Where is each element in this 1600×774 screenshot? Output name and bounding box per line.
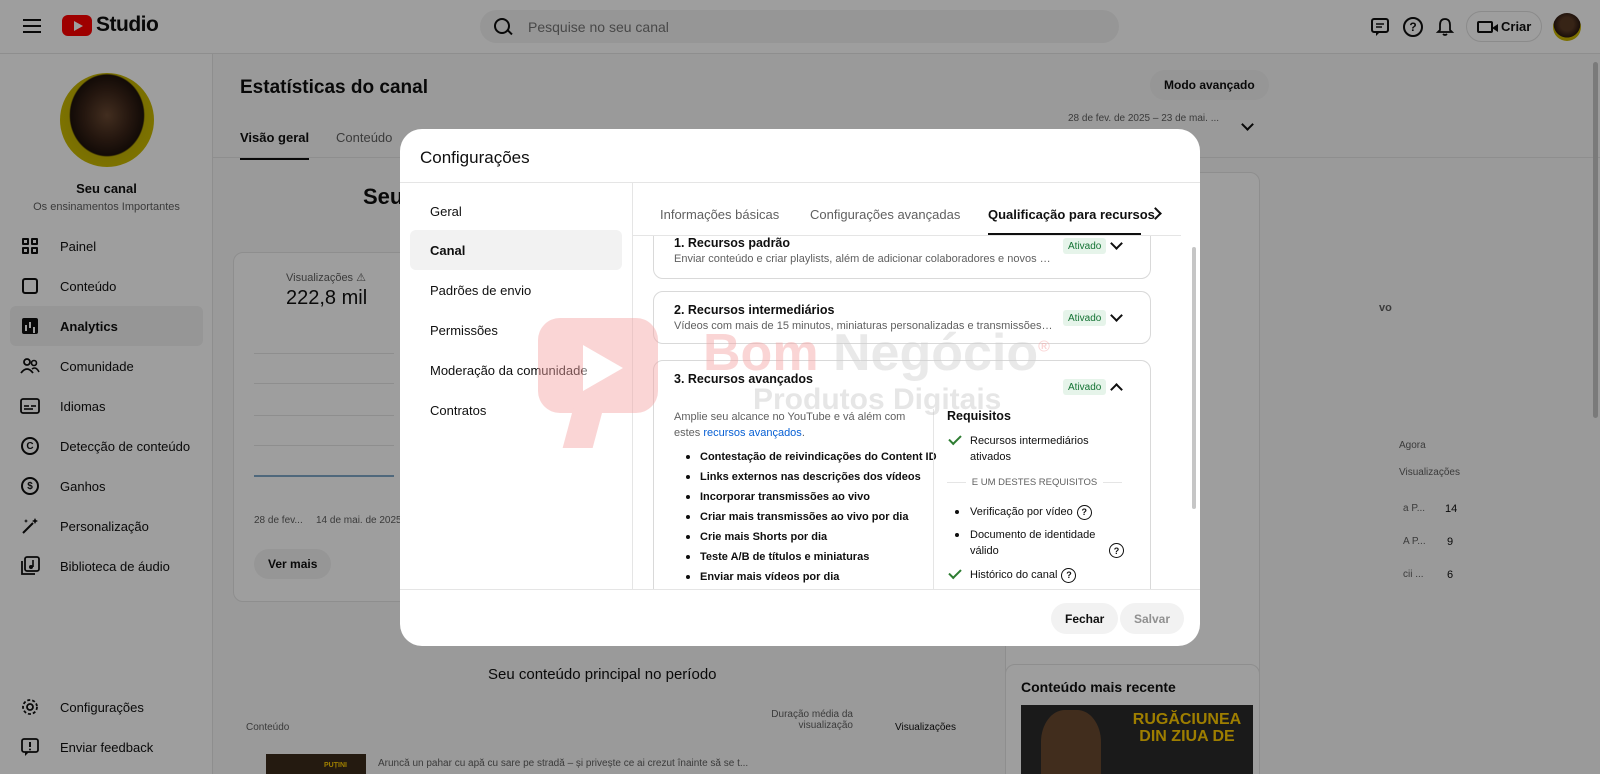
list-item: Crie mais Shorts por dia (684, 530, 937, 550)
divider (400, 589, 1200, 590)
resource-card-intermediate[interactable]: 2. Recursos intermediários Vídeos com ma… (653, 291, 1151, 344)
resource-title: 3. Recursos avançados (674, 372, 813, 386)
requirements-title: Requisitos (947, 409, 1011, 423)
list-item: Incorporar transmissões ao vivo (684, 490, 937, 510)
list-item: Criar mais transmissões ao vivo por dia (684, 510, 937, 530)
help-icon[interactable]: ? (1109, 543, 1124, 558)
help-icon[interactable]: ? (1061, 567, 1077, 583)
help-icon[interactable]: ? (1076, 504, 1092, 520)
divider (400, 182, 1200, 183)
settings-nav-canal[interactable]: Canal (410, 230, 622, 270)
settings-nav-moderacao[interactable]: Moderação da comunidade (410, 350, 622, 390)
settings-nav-permissoes[interactable]: Permissões (410, 310, 622, 350)
settings-nav-padroes-envio[interactable]: Padrões de envio (410, 270, 622, 310)
requirement-option: Verificação por vídeo? (947, 504, 1117, 520)
list-item: Teste A/B de títulos e miniaturas (684, 550, 937, 570)
list-item: Links externos nas descrições dos vídeos (684, 470, 937, 490)
list-item: Enviar mais vídeos por dia (684, 570, 937, 589)
check-icon (948, 565, 962, 580)
requirement-met: Recursos intermediários ativados (947, 431, 1117, 465)
tab-informacoes-basicas[interactable]: Informações básicas (660, 207, 779, 222)
list-item: Contestação de reivindicações do Content… (684, 450, 937, 470)
status-badge: Ativado (1063, 238, 1107, 254)
close-button[interactable]: Fechar (1051, 603, 1119, 634)
advanced-features-list: Contestação de reivindicações do Content… (684, 450, 937, 589)
resource-description: Enviar conteúdo e criar playlists, além … (674, 253, 1054, 265)
tab-content: 1. Recursos padrão Enviar conteúdo e cri… (633, 236, 1179, 589)
settings-nav-geral[interactable]: Geral (410, 191, 622, 231)
requirements-separator: E UM DESTES REQUISITOS (947, 477, 1122, 488)
check-icon (948, 431, 962, 446)
divider (933, 409, 934, 589)
save-button[interactable]: Salvar (1120, 603, 1185, 634)
advanced-intro: Amplie seu alcance no YouTube e vá além … (674, 411, 906, 439)
chevron-down-icon[interactable] (1110, 309, 1123, 322)
status-badge: Ativado (1063, 310, 1107, 326)
tab-qualificacao-recursos[interactable]: Qualificação para recursos (988, 207, 1155, 222)
tab-configuracoes-avancadas[interactable]: Configurações avançadas (810, 207, 960, 222)
resource-card-standard[interactable]: 1. Recursos padrão Enviar conteúdo e cri… (653, 236, 1151, 279)
resource-description: Vídeos com mais de 15 minutos, miniatura… (674, 320, 1054, 332)
dialog-scrollbar[interactable] (1192, 247, 1196, 509)
resource-title: 2. Recursos intermediários (674, 303, 835, 317)
resource-card-advanced: 3. Recursos avançados Ativado Amplie seu… (653, 360, 1151, 589)
requirement-met: Histórico do canal? (947, 565, 1117, 583)
active-tab-indicator (988, 233, 1141, 235)
chevron-down-icon[interactable] (1110, 237, 1123, 250)
resource-title: 1. Recursos padrão (674, 236, 791, 250)
settings-dialog: Configurações Geral Canal Padrões de env… (400, 129, 1200, 646)
advanced-features-link[interactable]: recursos avançados (703, 427, 801, 439)
settings-nav-contratos[interactable]: Contratos (410, 390, 622, 430)
chevron-up-icon[interactable] (1110, 383, 1123, 396)
status-badge: Ativado (1063, 379, 1107, 395)
requirement-option: Documento de identidade válido (947, 527, 1097, 559)
dialog-title: Configurações (420, 148, 530, 167)
